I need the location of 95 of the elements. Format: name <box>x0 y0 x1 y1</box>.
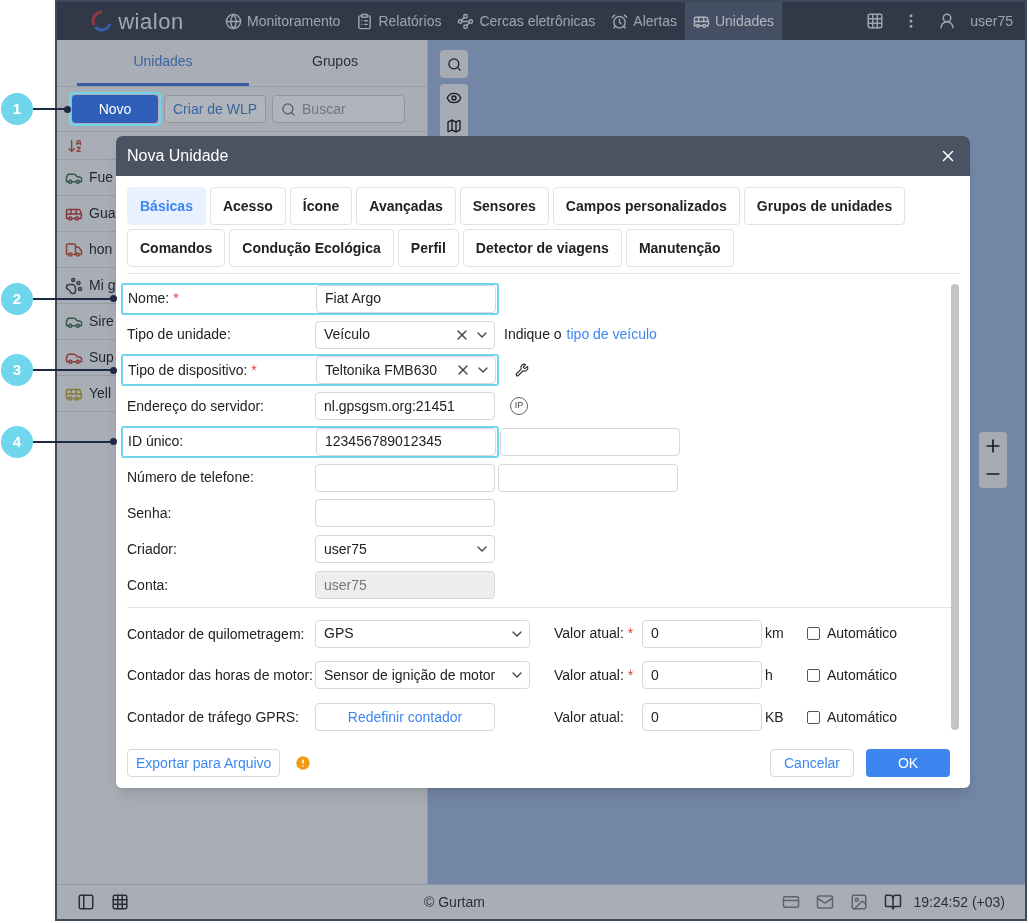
auto-label: Automático <box>827 624 898 644</box>
field-label: Número de telefone: <box>127 468 255 488</box>
copyright-text: © Gurtam <box>424 892 485 912</box>
select-dropdown[interactable]: Veículo <box>315 320 495 349</box>
polygon-icon <box>457 12 475 30</box>
unit-label: KB <box>765 707 785 727</box>
logo-text: wialon <box>118 7 184 36</box>
cancel-button[interactable]: Cancelar <box>770 749 854 777</box>
text-field[interactable]: 0 <box>642 661 762 690</box>
counter-label: Contador de tráfego GPRS: <box>127 708 300 728</box>
text-field[interactable] <box>315 499 495 528</box>
report-icon <box>356 12 374 30</box>
dialog-tab[interactable]: Detector de viagens <box>462 229 622 267</box>
apps-grid-icon[interactable] <box>866 12 885 30</box>
nav-tab[interactable]: Monitoramento <box>217 2 349 40</box>
dialog-title: Nova Unidade <box>127 146 230 166</box>
field-label: Conta: <box>127 575 170 595</box>
ok-button[interactable]: OK <box>866 749 950 777</box>
unit-label: km <box>765 624 785 644</box>
dialog-tab[interactable]: Comandos <box>127 229 226 267</box>
auto-checkbox[interactable] <box>807 710 820 724</box>
unit-label: h <box>765 665 774 685</box>
dialog-tab[interactable]: Sensores <box>459 187 549 225</box>
card-icon[interactable] <box>781 893 800 911</box>
select-dropdown[interactable]: Teltonika FMB630 <box>316 356 496 385</box>
dialog-tab[interactable]: Campos personalizados <box>552 187 740 225</box>
text-field[interactable] <box>498 463 678 492</box>
reading-label: Valor atual: <box>554 707 625 727</box>
select-dropdown[interactable]: GPS <box>315 619 530 648</box>
nav-tab[interactable]: Relatórios <box>348 2 450 40</box>
callout-badge: 2 <box>1 282 33 315</box>
dialog-tab[interactable]: Acesso <box>209 187 286 225</box>
auto-checkbox[interactable] <box>807 668 820 682</box>
panel-toggle-icon[interactable] <box>77 893 95 911</box>
auto-label: Automático <box>827 665 898 685</box>
panel-tab[interactable]: Grupos <box>249 40 421 86</box>
field-label: Senha: <box>127 503 173 523</box>
export-button[interactable]: Exportar para Arquivo <box>127 749 281 777</box>
paw-icon <box>65 276 83 295</box>
truck-icon <box>65 240 83 259</box>
auto-label: Automático <box>827 707 898 727</box>
mail-icon[interactable] <box>815 893 834 911</box>
dialog-tab[interactable]: Perfil <box>397 229 459 267</box>
image-icon[interactable] <box>849 893 868 911</box>
callout-badge: 1 <box>1 93 33 125</box>
vehicle-type-link[interactable]: tipo de veículo <box>566 324 657 346</box>
nav-tab[interactable]: Cercas eletrônicas <box>449 2 604 40</box>
sort-icon[interactable] <box>67 137 83 154</box>
field-label: Tipo de unidade: <box>127 325 232 345</box>
book-icon[interactable] <box>883 893 902 911</box>
callout-badge: 3 <box>1 354 33 387</box>
field-label: Criador: <box>127 539 178 559</box>
hint-text: Indique o <box>504 325 562 345</box>
select-dropdown[interactable]: user75 <box>315 535 495 564</box>
user-name[interactable]: user75 <box>970 10 1013 32</box>
text-field[interactable]: nl.gpsgsm.org:21451 <box>315 392 495 421</box>
text-field[interactable] <box>500 427 680 456</box>
counter-label: Contador das horas de motor: <box>127 666 314 686</box>
scrollbar[interactable] <box>951 284 959 730</box>
alarm-clock-icon <box>611 12 629 30</box>
map-icon[interactable] <box>446 118 462 134</box>
field-label: Endereço do servidor: <box>127 396 265 416</box>
eye-icon[interactable] <box>446 90 462 106</box>
search-icon <box>281 101 297 117</box>
text-field[interactable]: Fiat Argo <box>316 284 496 313</box>
nav-tab[interactable]: Unidades <box>684 2 783 40</box>
dialog-tab[interactable]: Condução Ecológica <box>229 229 394 267</box>
text-field[interactable] <box>315 463 495 492</box>
leader-line <box>33 105 71 113</box>
reading-label: Valor atual: * <box>554 624 635 644</box>
user-icon[interactable] <box>938 12 957 30</box>
dialog-tab[interactable]: Avançadas <box>356 187 456 225</box>
auto-checkbox[interactable] <box>807 627 820 641</box>
nav-tab[interactable]: Alertas <box>603 2 685 40</box>
reading-label: Valor atual: * <box>554 665 635 685</box>
field-label: ID único: <box>128 432 185 452</box>
search-icon <box>446 56 462 72</box>
grid-icon[interactable] <box>111 893 129 911</box>
new-button[interactable]: Novo <box>72 95 158 123</box>
clock-time: 19:24:52 (+03) <box>913 892 1005 912</box>
callout-badge: 4 <box>1 425 33 458</box>
select-dropdown[interactable]: Sensor de ignição de motor <box>315 661 530 690</box>
globe-icon <box>225 12 242 30</box>
counter-label: Contador de quilometragem: <box>127 624 306 644</box>
field-label: Tipo de dispositivo: * <box>128 360 258 380</box>
field-label: Nome: * <box>128 289 180 309</box>
text-field[interactable]: 123456789012345 <box>316 427 496 456</box>
dialog-tab[interactable]: Grupos de unidades <box>743 187 906 225</box>
dialog-tab[interactable]: Ícone <box>289 187 353 225</box>
wrench-icon[interactable] <box>515 363 529 378</box>
reset-counter-button[interactable]: Redefinir contador <box>315 703 495 732</box>
text-field[interactable]: 0 <box>642 703 762 732</box>
dialog-tab[interactable]: Manutenção <box>625 229 734 267</box>
map-search-button[interactable] <box>440 50 468 78</box>
text-field[interactable]: 0 <box>642 619 762 648</box>
